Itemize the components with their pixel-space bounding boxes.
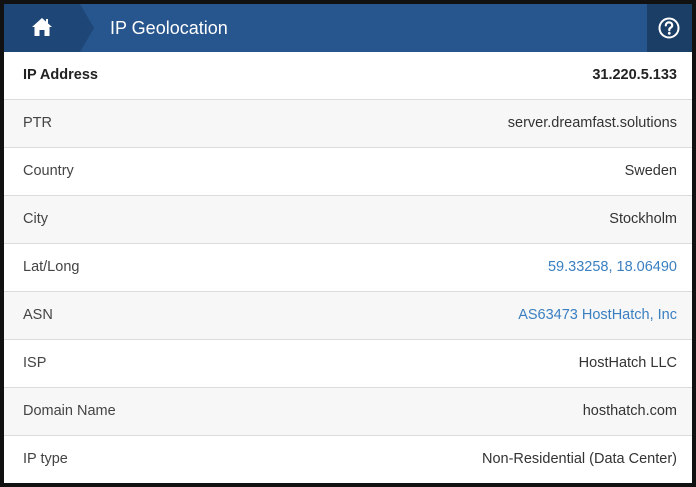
table-row-domain-name: Domain Name hosthatch.com [4, 388, 692, 436]
table-row-asn: ASN AS63473 HostHatch, Inc [4, 292, 692, 340]
row-label: ISP [23, 355, 47, 371]
row-label: City [23, 211, 48, 227]
table-row-ptr: PTR server.dreamfast.solutions [4, 100, 692, 148]
home-icon[interactable] [31, 17, 53, 37]
row-value: Stockholm [609, 211, 677, 227]
breadcrumb-arrow [80, 4, 94, 52]
table-row-ip-address: IP Address 31.220.5.133 [4, 52, 692, 100]
asn-link[interactable]: AS63473 HostHatch, Inc [518, 292, 677, 339]
row-label: Country [23, 163, 74, 179]
table-row-country: Country Sweden [4, 148, 692, 196]
row-value: Non-Residential (Data Center) [481, 451, 677, 467]
row-value: Sweden [624, 163, 677, 179]
table-row-ip-type: IP type Non-Residential (Data Center) [4, 436, 692, 483]
help-button[interactable] [647, 4, 692, 52]
row-value: server.dreamfast.solutions [507, 115, 677, 131]
row-label: Lat/Long [23, 259, 80, 275]
row-label: Domain Name [23, 403, 116, 419]
panel-header: IP Geolocation [4, 4, 692, 52]
row-label: ASN [23, 307, 53, 323]
table-row-lat-long: Lat/Long 59.33258, 18.06490 [4, 244, 692, 292]
question-circle-icon[interactable] [658, 17, 680, 39]
row-label: PTR [23, 115, 52, 131]
page-title: IP Geolocation [110, 18, 228, 38]
table-row-isp: ISP HostHatch LLC [4, 340, 692, 388]
row-label: IP type [23, 451, 68, 467]
row-value: HostHatch LLC [578, 355, 677, 371]
row-value: hosthatch.com [582, 403, 677, 419]
row-label: IP Address [23, 67, 98, 83]
info-table: IP Address 31.220.5.133 PTR server.dream… [4, 52, 692, 483]
lat-long-link[interactable]: 59.33258, 18.06490 [548, 244, 677, 291]
table-row-city: City Stockholm [4, 196, 692, 244]
row-value: 31.220.5.133 [592, 67, 677, 83]
home-button[interactable] [4, 4, 80, 52]
geolocation-panel: IP Geolocation IP Address 31.220.5.133 P… [0, 0, 696, 487]
